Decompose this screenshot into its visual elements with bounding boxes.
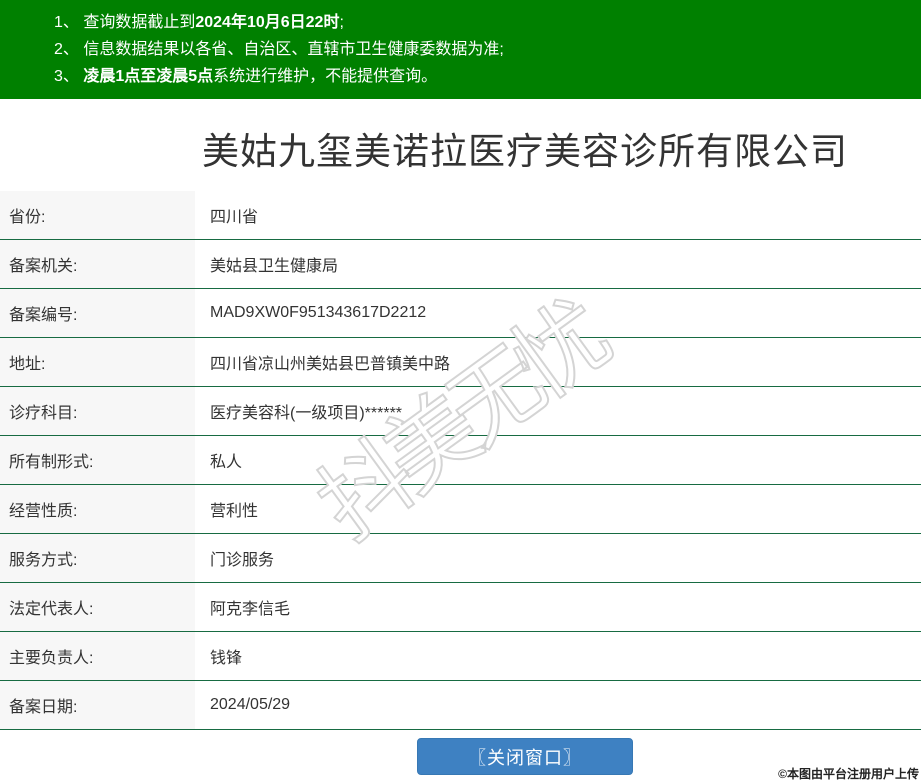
notice-line-2: 2、 信息数据结果以各省、自治区、直辖市卫生健康委数据为准; [54,36,911,63]
row-label: 法定代表人: [0,583,195,631]
row-label: 经营性质: [0,485,195,533]
notice-text: ; [339,14,344,31]
notice-bold-text: 2024年10月6日22时 [195,14,340,31]
row-label: 备案日期: [0,681,195,729]
row-value: MAD9XW0F951343617D2212 [195,289,921,337]
table-row-province: 省份: 四川省 [0,191,921,240]
row-label: 诊疗科目: [0,387,195,435]
table-row-business-nature: 经营性质: 营利性 [0,485,921,534]
table-row-filing-authority: 备案机关: 美姑县卫生健康局 [0,240,921,289]
table-row-ownership-form: 所有制形式: 私人 [0,436,921,485]
row-label: 备案机关: [0,240,195,288]
notice-text: 3、 [54,68,84,85]
row-value: 四川省 [195,191,921,239]
notice-text: 系统进行维护，不能提供查询。 [213,68,438,85]
table-row-filing-number: 备案编号: MAD9XW0F951343617D2212 [0,289,921,338]
table-row-principal: 主要负责人: 钱锋 [0,632,921,681]
image-credit: ©本图由平台注册用户上传 [778,767,919,781]
table-row-filing-date: 备案日期: 2024/05/29 [0,681,921,730]
table-row-address: 地址: 四川省凉山州美姑县巴普镇美中路 [0,338,921,387]
notice-bold-text: 凌晨1点至凌晨5点 [83,68,214,85]
row-value: 2024/05/29 [195,681,921,729]
notice-line-3: 3、 凌晨1点至凌晨5点系统进行维护，不能提供查询。 [54,63,911,90]
row-value: 私人 [195,436,921,484]
table-row-treatment-subjects: 诊疗科目: 医疗美容科(一级项目)****** [0,387,921,436]
row-value: 阿克李信毛 [195,583,921,631]
page-title: 美姑九玺美诺拉医疗美容诊所有限公司 [202,131,848,172]
record-info-table: 省份: 四川省 备案机关: 美姑县卫生健康局 备案编号: MAD9XW0F951… [0,191,921,730]
row-value: 四川省凉山州美姑县巴普镇美中路 [195,338,921,386]
row-label: 所有制形式: [0,436,195,484]
notice-banner: 1、 查询数据截止到2024年10月6日22时; 2、 信息数据结果以各省、自治… [0,0,921,99]
row-value: 医疗美容科(一级项目)****** [195,387,921,435]
row-value: 营利性 [195,485,921,533]
row-label: 服务方式: [0,534,195,582]
row-value: 钱锋 [195,632,921,680]
notice-line-1: 1、 查询数据截止到2024年10月6日22时; [54,9,911,36]
row-label: 主要负责人: [0,632,195,680]
close-window-button[interactable]: 〖关闭窗口〗 [417,738,633,775]
row-value: 门诊服务 [195,534,921,582]
row-label: 地址: [0,338,195,386]
notice-text: 2、 信息数据结果以各省、自治区、直辖市卫生健康委数据为准; [54,41,504,58]
table-row-legal-representative: 法定代表人: 阿克李信毛 [0,583,921,632]
row-label: 备案编号: [0,289,195,337]
notice-text: 1、 查询数据截止到 [54,14,196,31]
row-label: 省份: [0,191,195,239]
row-value: 美姑县卫生健康局 [195,240,921,288]
table-row-service-mode: 服务方式: 门诊服务 [0,534,921,583]
